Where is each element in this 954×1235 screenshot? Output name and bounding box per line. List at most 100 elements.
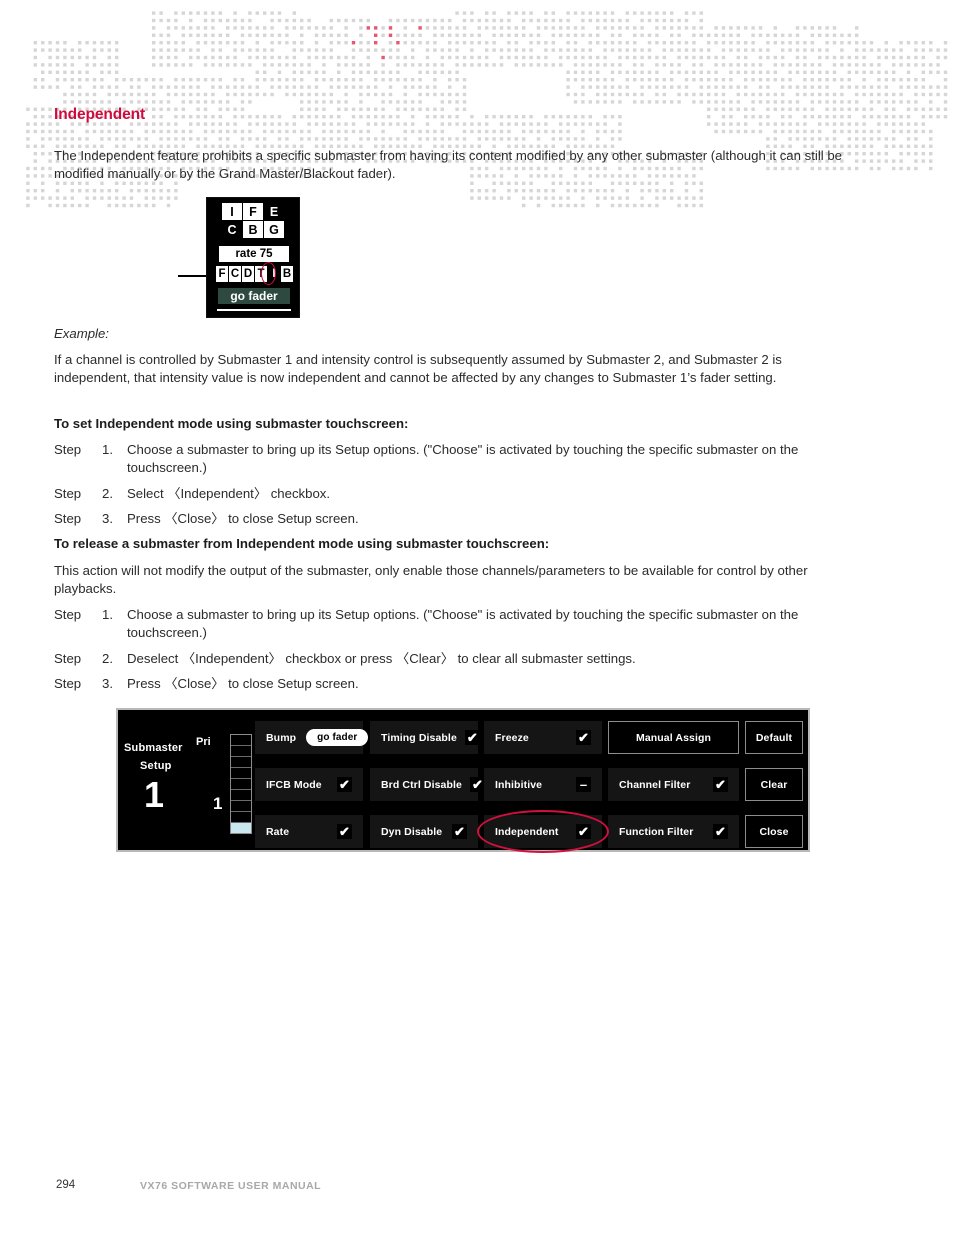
fcdtib-cell-c: C: [229, 266, 241, 282]
button-label: Bump: [266, 731, 297, 744]
touchscreen-button-manual-assign[interactable]: Manual Assign: [608, 721, 739, 754]
checkmark-icon[interactable]: ✔: [713, 777, 728, 792]
release-step-2: Step 2. Deselect 〈Independent〉 checkbox …: [54, 650, 864, 668]
fader-segment: [231, 768, 251, 779]
button-label: Freeze: [495, 731, 529, 744]
set-independent-heading: To set Independent mode using submaster …: [54, 416, 409, 431]
widget-rate-readout: rate 75: [219, 246, 289, 262]
step-number: 1.: [102, 607, 113, 622]
step-label: Step: [54, 442, 82, 457]
step-number: 3.: [102, 676, 113, 691]
step-number: 3.: [102, 511, 113, 526]
step-label: Step: [54, 651, 82, 666]
touchscreen-button-freeze[interactable]: Freeze ✔: [484, 721, 602, 754]
checkmark-icon[interactable]: ✔: [337, 777, 352, 792]
step-label: Step: [54, 486, 82, 501]
touchscreen-button-function-filter[interactable]: Function Filter ✔: [608, 815, 739, 848]
touchscreen-button-bump[interactable]: Bump go fader: [255, 721, 369, 754]
touchscreen-fader-value: 1: [213, 794, 223, 813]
button-label: Default: [755, 731, 793, 744]
touchscreen-button-ifcb-mode[interactable]: IFCB Mode ✔: [255, 768, 363, 801]
ifcb-cell-g: G: [264, 221, 284, 238]
ifcb-cell-c: C: [222, 221, 242, 238]
fader-segment: [231, 823, 251, 833]
checkmark-icon[interactable]: ✔: [464, 730, 480, 745]
step-label: Step: [54, 511, 82, 526]
submaster-setup-touchscreen[interactable]: Submaster Setup 1 Pri 1 Bump go fader Timi…: [116, 708, 810, 853]
fader-segment: [231, 801, 251, 812]
fcdtib-row: F C D T I B: [216, 266, 293, 282]
example-label: Example:: [54, 326, 109, 341]
checkmark-icon[interactable]: ✔: [576, 824, 591, 839]
fader-segment: [231, 790, 251, 801]
fader-segment: [231, 746, 251, 757]
step-text: Press 〈Close〉 to close Setup screen.: [127, 511, 359, 526]
touchscreen-setup-label: Setup: [140, 760, 172, 772]
ifcb-grid: I F E C B G: [222, 203, 286, 239]
checkmark-icon[interactable]: ✔: [713, 824, 728, 839]
checkmark-icon[interactable]: ✔: [576, 730, 591, 745]
touchscreen-button-independent[interactable]: Independent ✔: [484, 815, 602, 848]
touchscreen-button-dyn-disable[interactable]: Dyn Disable ✔: [370, 815, 478, 848]
checkmark-icon[interactable]: ✔: [452, 824, 467, 839]
release-step-3: Step 3. Press 〈Close〉 to close Setup scr…: [54, 675, 864, 693]
checkmark-icon[interactable]: ✔: [469, 777, 485, 792]
touchscreen-button-clear[interactable]: Clear: [745, 768, 803, 801]
dash-icon[interactable]: –: [576, 777, 591, 792]
touchscreen-button-timing-disable[interactable]: Timing Disable ✔: [370, 721, 480, 754]
step-label: Step: [54, 607, 82, 622]
button-label: Inhibitive: [495, 778, 543, 791]
button-label: Timing Disable: [381, 731, 457, 744]
widget-go-fader-bar: go fader: [218, 288, 290, 304]
ifcb-grid-row-1: I F E: [222, 203, 286, 220]
ifcb-cell-i: I: [222, 203, 242, 220]
release-independent-heading: To release a submaster from Independent …: [54, 536, 550, 551]
fader-segment: [231, 735, 251, 746]
touchscreen-button-rate[interactable]: Rate ✔: [255, 815, 363, 848]
fcdtib-cell-d: D: [242, 266, 254, 282]
example-paragraph: If a channel is controlled by Submaster …: [54, 352, 782, 385]
touchscreen-button-channel-filter[interactable]: Channel Filter ✔: [608, 768, 739, 801]
ifcb-cell-b: B: [243, 221, 263, 238]
button-label: Manual Assign: [635, 731, 711, 744]
ifcb-grid-row-2: C B G: [222, 221, 286, 238]
independent-highlight-ellipse-icon: [261, 262, 276, 285]
touchscreen-inner: Submaster Setup 1 Pri 1 Bump go fader Timi…: [118, 710, 808, 853]
button-label: Clear: [760, 778, 788, 791]
touchscreen-submaster-label: Submaster: [124, 742, 183, 754]
submaster-widget-illustration: I F E C B G rate 75 F C D T I B go fader: [206, 197, 300, 318]
go-fader-pill[interactable]: go fader: [306, 729, 369, 746]
touchscreen-button-default[interactable]: Default: [745, 721, 803, 754]
fader-slider[interactable]: [230, 734, 252, 834]
step-label: Step: [54, 676, 82, 691]
button-label: Close: [759, 825, 789, 838]
ifcb-cell-f: F: [243, 203, 263, 220]
button-label: Independent: [495, 825, 559, 838]
button-label: Function Filter: [619, 825, 694, 838]
set-step-1: Step 1. Choose a submaster to bring up i…: [54, 441, 864, 476]
touchscreen-button-close[interactable]: Close: [745, 815, 803, 848]
button-label: Dyn Disable: [381, 825, 443, 838]
button-label: Brd Ctrl Disable: [381, 778, 462, 791]
footer-page-number: 294: [56, 1179, 76, 1191]
touchscreen-submaster-number: 1: [144, 774, 165, 815]
button-label: IFCB Mode: [266, 778, 322, 791]
release-step-1: Step 1. Choose a submaster to bring up i…: [54, 606, 864, 641]
fader-segment: [231, 779, 251, 790]
widget-fader-underline: [217, 309, 291, 311]
button-label: Channel Filter: [619, 778, 691, 791]
release-note-paragraph: This action will not modify the output o…: [54, 563, 808, 596]
footer-manual-title: VX76 SOFTWARE USER MANUAL: [140, 1180, 322, 1192]
step-text: Deselect 〈Independent〉 checkbox or press…: [127, 651, 636, 666]
step-number: 1.: [102, 442, 113, 457]
checkmark-icon[interactable]: ✔: [337, 824, 352, 839]
set-step-3: Step 3. Press 〈Close〉 to close Setup scr…: [54, 510, 864, 528]
button-label: Rate: [266, 825, 290, 838]
step-number: 2.: [102, 651, 113, 666]
step-text: Select 〈Independent〉 checkbox.: [127, 486, 331, 501]
touchscreen-button-brd-ctrl-disable[interactable]: Brd Ctrl Disable ✔: [370, 768, 485, 801]
ifcb-cell-e: E: [264, 203, 284, 220]
step-text: Press 〈Close〉 to close Setup screen.: [127, 676, 359, 691]
touchscreen-button-inhibitive[interactable]: Inhibitive –: [484, 768, 602, 801]
fader-segment: [231, 757, 251, 768]
